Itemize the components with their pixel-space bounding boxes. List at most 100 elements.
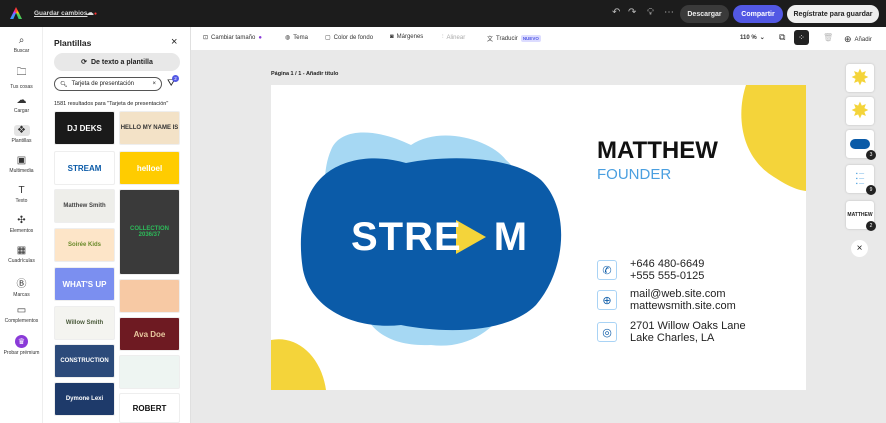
page-title[interactable]: Página 1 / 1 - Añadir título (271, 71, 338, 77)
template-thumbnail[interactable]: DJ DEKS (54, 111, 115, 145)
undo-icon[interactable]: ↶ (612, 7, 620, 18)
filter-count: 2 (172, 75, 179, 82)
rail-item-complementos[interactable]: ▭ Complementos (0, 305, 43, 324)
search-input[interactable]: 🔍︎ Tarjeta de presentación × (54, 77, 162, 91)
rail-item-label: Marcas (13, 292, 30, 298)
template-thumbnail[interactable] (119, 355, 180, 389)
rail-item-texto[interactable]: T Texto (0, 185, 43, 204)
page-thumb-shape-2[interactable]: ✸ (846, 97, 874, 125)
layer-thumb-name[interactable]: MATTHEW 2 (846, 201, 876, 231)
card-name: MATTHEW (597, 137, 718, 164)
clear-search-icon[interactable]: × (152, 81, 156, 87)
rail-item-plantillas[interactable]: ❖ Plantillas (0, 125, 43, 144)
contacts-thumb: ▪ ― ▪ ― ▪ ― (855, 170, 865, 187)
rail-item-tus-cosas[interactable]: 🗀︎ Tus cosas (0, 65, 43, 90)
theme-button[interactable]: ◍ Tema (285, 34, 308, 42)
top-bar: Guardar cambios ☁● ↶ ↷ 💡︎ ⋯ Descargar Co… (0, 0, 886, 27)
template-thumbnail[interactable]: STREAM (54, 151, 115, 185)
translate-button[interactable]: 文 Traducir NUEVO (487, 34, 541, 43)
template-thumbnail[interactable]: Willow Smith (54, 306, 115, 340)
translate-icon: 文 (487, 37, 494, 43)
adobe-express-logo[interactable] (10, 7, 22, 19)
text-to-template-button[interactable]: ⟳ De texto a plantilla (54, 53, 180, 71)
template-thumbnail[interactable]: COLLECTION 2036/37 (119, 189, 180, 275)
margins-icon: ◙ (390, 34, 394, 40)
filter-icon[interactable]: ⛛ 2 (167, 75, 179, 89)
template-thumbnail[interactable]: Soirée Kids (54, 228, 115, 262)
template-thumbnail-text: WHAT'S UP (62, 279, 107, 289)
save-changes-link[interactable]: Guardar cambios (34, 10, 87, 17)
rail-item-label: Complementos (4, 318, 39, 324)
template-thumbnail[interactable]: Ava Doe (119, 317, 180, 351)
star-shape-icon: ✸ (850, 65, 870, 90)
rail-item-probar-prémium[interactable]: ♛ Probar prémium (0, 335, 43, 356)
template-thumbnail[interactable]: Dymone Lexi (54, 382, 115, 416)
toolbar: ⊡ Cambiar tamaño ● ◍ Tema ▢ Color de fondo ◙… (191, 27, 886, 50)
rail-item-cargar[interactable]: ☁ Cargar (0, 95, 43, 114)
template-thumbnail[interactable]: HELLO MY NAME IS (119, 111, 180, 145)
layers-icon[interactable]: ⁘ (794, 30, 809, 45)
template-thumbnail-text: Willow Smith (65, 320, 104, 326)
lightbulb-icon[interactable]: 💡︎ (647, 7, 654, 18)
background-color-button[interactable]: ▢ Color de fondo (325, 34, 374, 42)
page-label: Página 1 / 1 - Añadir título (271, 71, 339, 77)
template-thumbnail[interactable]: CONSTRUCTION (54, 344, 115, 378)
margins-label: Márgenes (396, 34, 424, 40)
email: mail@web.site.com (630, 288, 726, 300)
template-thumbnail[interactable]: helloel (119, 151, 180, 185)
template-thumbnail-text: ROBERT (132, 403, 167, 413)
background-color-label: Color de fondo (333, 34, 374, 41)
more-icon[interactable]: ⋯ (664, 7, 674, 18)
template-thumbnail-text: Dymone Lexi (65, 396, 104, 402)
margins-button[interactable]: ◙ Márgenes (390, 34, 423, 40)
template-thumbnail-text: Matthew Smith (63, 203, 106, 209)
template-thumbnail-text: STREAM (67, 163, 102, 173)
align-icon: ⫶ (442, 34, 444, 40)
globe-icon: ⊕ (597, 290, 617, 310)
share-button[interactable]: Compartir (733, 5, 783, 23)
translate-label: Traducir (496, 35, 518, 42)
new-badge: NUEVO (520, 35, 541, 42)
add-icon: ⊕ (844, 34, 852, 44)
brand-icon: Ⓑ (16, 279, 27, 290)
layer-thumb-logo[interactable]: 3 (846, 130, 876, 160)
sparkle-icon: ⟳ (81, 59, 87, 66)
template-thumbnail[interactable]: WHAT'S UP (54, 267, 115, 301)
align-button: ⫶ Alinear (442, 34, 465, 41)
template-thumbnail[interactable]: ROBERT (119, 393, 180, 423)
rail-item-multimedia[interactable]: ▣ Multimedia (0, 155, 43, 174)
close-layers-icon[interactable]: × (851, 240, 868, 257)
pages-icon[interactable]: ⧉ (779, 32, 785, 43)
redo-icon[interactable]: ↷ (628, 7, 636, 18)
download-button[interactable]: Descargar (680, 5, 729, 23)
rail-item-marcas[interactable]: Ⓑ Marcas (0, 275, 43, 298)
rail-item-label: Cuadrículas (8, 258, 35, 264)
zoom-select[interactable]: 110 % ⌄ (740, 34, 765, 42)
layer-thumb-contacts[interactable]: ▪ ― ▪ ― ▪ ― 9 (846, 165, 876, 195)
crown-icon: ♛ (15, 335, 28, 348)
page-thumb-shape-1[interactable]: ✸ (846, 64, 874, 92)
cloud-alert-icon: ☁● (86, 8, 98, 17)
template-thumbnail-text: DJ DEKS (67, 123, 102, 133)
folder-icon: 🗀︎ (16, 67, 27, 78)
template-thumbnail[interactable]: Matthew Smith (54, 189, 115, 223)
add-button[interactable]: ⊕ Añadir (844, 34, 872, 45)
layer-count-badge: 3 (866, 150, 876, 160)
background-color-icon: ▢ (325, 35, 331, 41)
phone-icon: ✆ (597, 260, 617, 280)
business-card-canvas[interactable]: STRE M MATTHEW FOUNDER ✆ +646 480-6649 +55… (271, 85, 806, 390)
rail-item-elementos[interactable]: ✣ Elementos (0, 215, 43, 234)
rail-item-buscar[interactable]: ⌕ Buscar (0, 35, 43, 54)
template-thumbnail-text: HELLO MY NAME IS (120, 125, 179, 131)
resize-button[interactable]: ⊡ Cambiar tamaño ● (203, 34, 262, 42)
yellow-shape-bottom-left (271, 339, 326, 390)
close-panel-icon[interactable]: × (171, 36, 177, 48)
zoom-value: 110 % (740, 34, 757, 41)
template-thumbnail[interactable] (119, 279, 180, 313)
delete-icon: 🗑︎ (823, 33, 834, 42)
template-thumbnail-text: helloel (136, 163, 163, 173)
register-button[interactable]: Regístrate para guardar (787, 5, 879, 23)
rail-item-label: Cargar (13, 108, 30, 114)
rail-item-cuadrículas[interactable]: ▦ Cuadrículas (0, 245, 43, 264)
templates-icon: ❖ (13, 125, 30, 136)
